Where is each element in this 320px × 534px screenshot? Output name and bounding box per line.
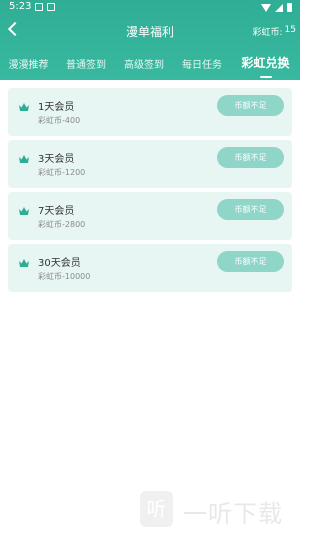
image-notification-icon — [35, 3, 43, 11]
watermark-logo-icon: 听 — [140, 491, 173, 527]
crown-icon — [19, 207, 29, 215]
battery-icon — [287, 3, 292, 12]
list-item: 30天会员 彩虹币-10000 币额不足 — [8, 244, 292, 292]
list-item: 7天会员 彩虹币-2800 币额不足 — [8, 192, 292, 240]
crown-icon — [19, 259, 29, 267]
tab-rainbow-exchange[interactable]: 彩虹兑换 — [231, 52, 300, 80]
tab-advanced-signin[interactable]: 高级签到 — [115, 52, 173, 80]
item-price: 彩虹币-1200 — [38, 168, 86, 177]
status-time: 5:23 — [9, 1, 32, 12]
app-notification-icon — [47, 3, 55, 11]
item-title: 3天会员 — [38, 154, 75, 165]
item-title: 7天会员 — [38, 206, 75, 217]
insufficient-coins-button[interactable]: 币额不足 — [217, 251, 284, 272]
tab-bar: 漫漫推荐 普通签到 高级签到 每日任务 彩虹兑换 — [0, 52, 300, 80]
tab-daily-tasks[interactable]: 每日任务 — [173, 52, 231, 80]
insufficient-coins-button[interactable]: 币额不足 — [217, 95, 284, 116]
coin-label: 彩虹币: — [252, 28, 283, 38]
list-item: 3天会员 彩虹币-1200 币额不足 — [8, 140, 292, 188]
watermark: 听 一听下载 — [139, 488, 304, 532]
item-price: 彩虹币-400 — [38, 116, 81, 125]
item-title: 30天会员 — [38, 258, 81, 269]
insufficient-coins-button[interactable]: 币额不足 — [217, 147, 284, 168]
crown-icon — [19, 155, 29, 163]
list-item: 1天会员 彩虹币-400 币额不足 — [8, 88, 292, 136]
membership-list: 1天会员 彩虹币-400 币额不足 3天会员 彩虹币-1200 币额不足 7天会… — [8, 88, 292, 296]
navigation-bar: 漫单福利 彩虹币: 15 — [0, 18, 300, 44]
notification-icons — [35, 3, 55, 11]
wifi-icon — [261, 3, 271, 12]
status-bar: 5:23 — [0, 0, 300, 16]
app-header: 5:23 漫单福利 彩虹币: 15 漫漫推荐 普通签到 高级签到 每日任务 彩虹… — [0, 0, 300, 80]
status-right-icons — [261, 3, 292, 12]
item-price: 彩虹币-10000 — [38, 272, 91, 281]
insufficient-coins-button[interactable]: 币额不足 — [217, 199, 284, 220]
item-title: 1天会员 — [38, 102, 75, 113]
tab-rainbow-exchange-label: 彩虹兑换 — [241, 56, 290, 70]
active-tab-indicator — [260, 76, 272, 78]
tab-normal-signin[interactable]: 普通签到 — [57, 52, 115, 80]
item-price: 彩虹币-2800 — [38, 220, 86, 229]
coin-balance: 彩虹币: 15 — [253, 25, 297, 38]
signal-icon — [275, 3, 283, 12]
coin-value: 15 — [284, 25, 296, 35]
tab-recommend[interactable]: 漫漫推荐 — [0, 52, 57, 80]
watermark-text: 一听下载 — [183, 500, 283, 528]
crown-icon — [19, 103, 29, 111]
